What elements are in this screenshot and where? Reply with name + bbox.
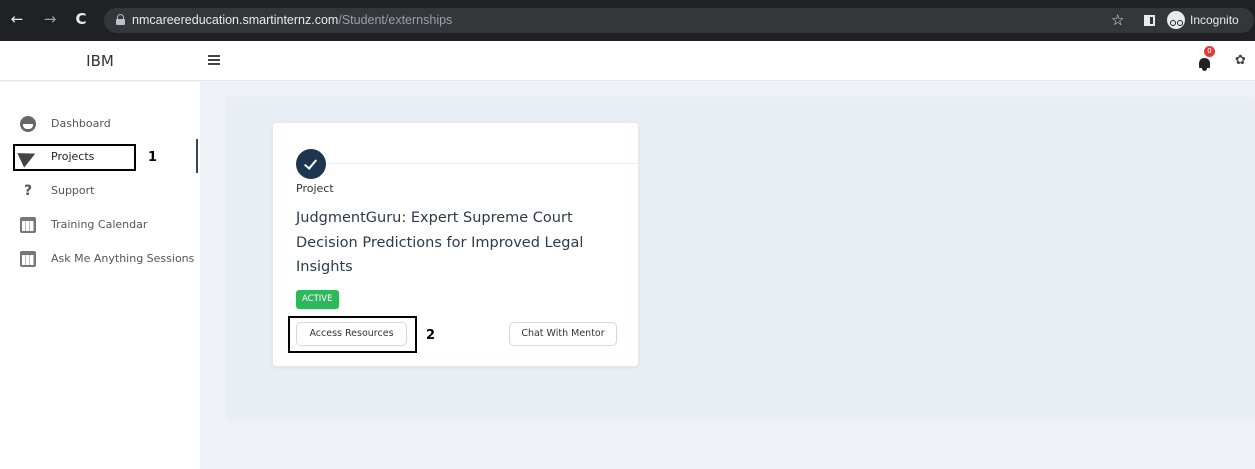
annotation-box-projects (13, 144, 136, 171)
hamburger-menu-icon[interactable] (208, 55, 220, 65)
check-circle-icon (296, 149, 326, 179)
reload-icon[interactable]: C (71, 9, 91, 29)
forward-arrow-icon[interactable]: → (40, 9, 60, 29)
chat-with-mentor-button[interactable]: Chat With Mentor (509, 322, 617, 346)
annotation-number-1: 1 (148, 150, 158, 165)
sidebar-item-label: Training Calendar (51, 218, 148, 231)
sidebar-item-label: Support (51, 184, 95, 197)
sidebar-item-label: Ask Me Anything Sessions (51, 252, 195, 265)
gear-icon[interactable]: ✿ (1235, 54, 1248, 67)
url-text[interactable]: nmcareereducation.smartinternz.com/Stude… (132, 12, 452, 29)
project-title: JudgmentGuru: Expert Supreme Court Decis… (296, 210, 584, 275)
brand-logo[interactable]: IBM (0, 41, 200, 81)
browser-toolbar: ← → C nmcareereducation.smartinternz.com… (0, 0, 1255, 41)
annotation-box-access-resources (288, 316, 417, 353)
incognito-label[interactable]: Incognito (1190, 12, 1239, 29)
calendar-icon (20, 251, 36, 267)
sidebar (0, 82, 200, 469)
url-host: nmcareereducation.smartinternz.com (132, 13, 339, 27)
status-badge: ACTIVE (296, 290, 339, 309)
card-type-label: Project (296, 182, 334, 195)
address-bar[interactable]: nmcareereducation.smartinternz.com/Stude… (104, 8, 1254, 33)
active-indicator (196, 139, 198, 173)
annotation-number-2: 2 (426, 328, 436, 343)
side-panel-icon[interactable] (1144, 15, 1155, 26)
dashboard-icon (20, 116, 36, 132)
question-icon: ? (23, 183, 33, 199)
bookmark-star-icon[interactable]: ☆ (1111, 11, 1124, 29)
lock-icon (116, 14, 125, 25)
calendar-icon (20, 217, 36, 233)
card-divider (295, 163, 639, 164)
incognito-icon[interactable] (1167, 11, 1185, 29)
sidebar-item-label: Dashboard (51, 117, 111, 130)
url-path: /Student/externships (338, 13, 453, 27)
notification-badge: 0 (1204, 46, 1215, 57)
back-arrow-icon[interactable]: ← (7, 9, 27, 29)
app-header: IBM 0 ✿ (0, 41, 1255, 81)
